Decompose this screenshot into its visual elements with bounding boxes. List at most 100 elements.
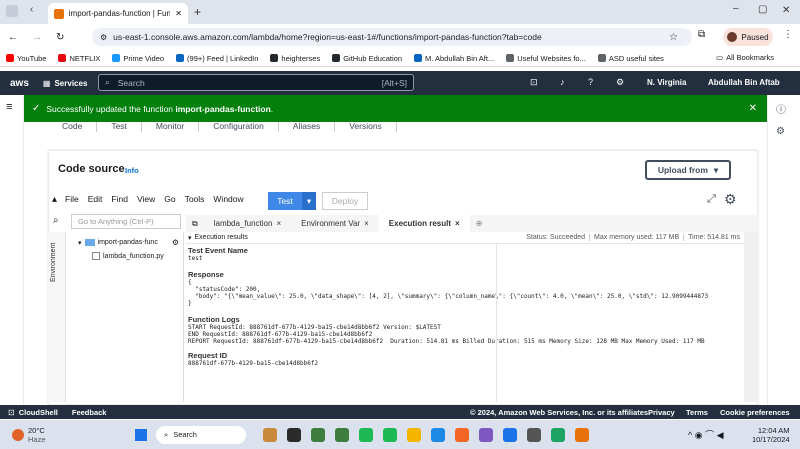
taskbar-app-icon[interactable] — [359, 427, 373, 442]
help-icon[interactable]: ? — [588, 77, 593, 87]
taskbar-app-icon[interactable] — [575, 427, 589, 442]
bookmark-item[interactable]: M. Abdullah Bin Aft... — [414, 54, 494, 63]
taskbar-app-icon[interactable] — [335, 427, 349, 442]
bookmark-item[interactable]: NETFLIX — [58, 54, 100, 63]
menu-file[interactable]: File — [65, 194, 79, 204]
taskbar-app-icon[interactable] — [503, 427, 517, 442]
editor-tab[interactable]: lambda_function × — [204, 215, 291, 232]
bookmark-item[interactable]: GitHub Education — [332, 54, 402, 63]
taskbar-search[interactable]: ⌕ Search — [156, 425, 246, 444]
taskbar-app-icon[interactable] — [383, 427, 397, 442]
maximize-icon[interactable]: ▢ — [758, 4, 767, 15]
taskbar-app-icon[interactable] — [311, 427, 325, 442]
collapse-caret-icon[interactable]: ▾ — [188, 234, 192, 242]
tree-folder[interactable]: ▾ import-pandas-func ⚙ — [78, 238, 183, 247]
taskbar-app-icon[interactable] — [455, 427, 469, 442]
close-tab-icon[interactable]: × — [276, 219, 281, 228]
feedback-link[interactable]: Feedback — [72, 408, 107, 417]
menu-view[interactable]: View — [137, 194, 155, 204]
menu-go[interactable]: Go — [164, 194, 175, 204]
account-menu[interactable]: Abdullah Bin Aftab — [708, 78, 780, 87]
windows-start-icon[interactable] — [135, 428, 147, 441]
ide-menu-caret-icon[interactable]: ▴ — [52, 194, 57, 205]
forward-icon[interactable]: → — [32, 32, 42, 43]
search-icon[interactable]: ⌕ — [53, 215, 59, 226]
taskbar-app-icon[interactable] — [479, 427, 493, 442]
extensions-icon[interactable]: ⧉ — [698, 29, 705, 40]
editor-tab[interactable]: Execution result × — [378, 215, 470, 232]
close-flash-icon[interactable]: ✕ — [749, 103, 757, 114]
taskbar-app-icon[interactable] — [527, 427, 541, 442]
info-link[interactable]: Info — [125, 166, 139, 175]
taskbar-clock[interactable]: 12:04 AM 10/17/2024 — [752, 426, 790, 444]
tab-aliases[interactable]: Aliases — [279, 122, 336, 132]
ide-settings-gear-icon[interactable]: ⚙ — [724, 191, 737, 208]
cloudshell-link[interactable]: CloudShell — [19, 408, 58, 417]
close-tab-icon[interactable]: × — [364, 219, 369, 228]
back-icon[interactable]: ← — [8, 32, 18, 43]
environment-label[interactable]: Environment — [50, 232, 57, 282]
cloudshell-icon[interactable]: ⊡ — [530, 77, 538, 88]
gear-icon[interactable]: ⚙ — [776, 126, 800, 137]
cookie-preferences-link[interactable]: Cookie preferences — [720, 408, 790, 417]
weather-widget[interactable]: 20°C Haze — [28, 426, 46, 444]
tabs-menu-icon[interactable]: ⧉ — [192, 219, 198, 229]
aws-logo[interactable]: aws — [10, 78, 29, 89]
results-scrollbar[interactable] — [744, 232, 758, 402]
terms-link[interactable]: Terms — [686, 408, 708, 417]
bookmark-item[interactable]: Prime Video — [112, 54, 164, 63]
tab-code[interactable]: Code — [48, 122, 98, 132]
menu-window[interactable]: Window — [213, 194, 243, 204]
url-input[interactable]: ⚙ us-east-1.console.aws.amazon.com/lambd… — [92, 28, 692, 46]
hamburger-icon[interactable]: ≡ — [6, 101, 23, 113]
test-dropdown-icon[interactable]: ▾ — [302, 192, 316, 210]
tab-test[interactable]: Test — [97, 122, 142, 132]
weather-icon[interactable] — [12, 428, 24, 441]
notifications-icon[interactable]: ♪ — [560, 77, 565, 87]
close-window-icon[interactable]: ✕ — [782, 5, 790, 16]
system-tray-icons[interactable]: ^ ◉ ⌒ ◀ — [688, 428, 724, 441]
taskbar-app-icon[interactable] — [263, 427, 277, 442]
bookmark-item[interactable]: ASD useful sites — [597, 54, 664, 63]
tab-configuration[interactable]: Configuration — [199, 122, 279, 132]
chevron-left-icon[interactable]: ‹ — [30, 4, 33, 15]
tab-monitor[interactable]: Monitor — [142, 122, 200, 132]
profile-button[interactable]: Paused — [723, 28, 773, 46]
bookmark-item[interactable]: heighterses — [270, 54, 320, 63]
browser-tab[interactable]: import-pandas-function | Functi ✕ — [48, 3, 188, 24]
services-menu[interactable]: Services — [54, 79, 87, 88]
menu-find[interactable]: Find — [111, 194, 128, 204]
editor-tab[interactable]: Environment Var × — [291, 215, 379, 232]
star-icon[interactable]: ☆ — [669, 32, 678, 43]
fullscreen-icon[interactable]: ⤢ — [707, 193, 716, 206]
bookmark-item[interactable]: (99+) Feed | LinkedIn — [176, 54, 258, 63]
add-tab-icon[interactable]: ⊕ — [476, 219, 483, 228]
upload-from-button[interactable]: Upload from ▾ — [645, 160, 731, 180]
info-icon[interactable]: ⓘ — [776, 101, 800, 116]
settings-icon[interactable]: ⚙ — [616, 77, 624, 88]
close-tab-icon[interactable]: × — [455, 219, 460, 228]
minimize-icon[interactable]: – — [733, 3, 739, 14]
test-button[interactable]: Test ▾ — [268, 192, 316, 210]
menu-edit[interactable]: Edit — [88, 194, 103, 204]
taskbar-app-icon[interactable] — [551, 427, 565, 442]
region-selector[interactable]: N. Virginia — [647, 78, 686, 87]
bookmark-item[interactable]: YouTube — [6, 54, 46, 63]
menu-tools[interactable]: Tools — [185, 194, 205, 204]
goto-anything-input[interactable]: Go to Anything (Ctrl-P) — [71, 214, 181, 229]
aws-search-input[interactable]: ⌕ Search [Alt+S] — [98, 74, 414, 91]
tree-gear-icon[interactable]: ⚙ — [172, 238, 179, 247]
bookmark-item[interactable]: Useful Websites fo... — [506, 54, 586, 63]
tree-file[interactable]: lambda_function.py — [92, 252, 183, 260]
close-tab-icon[interactable]: ✕ — [175, 9, 182, 18]
taskbar-app-icon[interactable] — [407, 427, 421, 442]
browser-menu-icon[interactable]: ⋮ — [783, 29, 793, 40]
deploy-button[interactable]: Deploy — [322, 192, 368, 210]
reload-icon[interactable]: ↻ — [56, 32, 64, 43]
privacy-link[interactable]: Privacy — [648, 408, 675, 417]
all-bookmarks[interactable]: ▭ All Bookmarks — [716, 53, 774, 62]
taskbar-app-icon[interactable] — [287, 427, 301, 442]
taskbar-app-icon[interactable] — [431, 427, 445, 442]
tab-versions[interactable]: Versions — [335, 122, 397, 132]
new-tab-icon[interactable]: + — [194, 5, 201, 19]
